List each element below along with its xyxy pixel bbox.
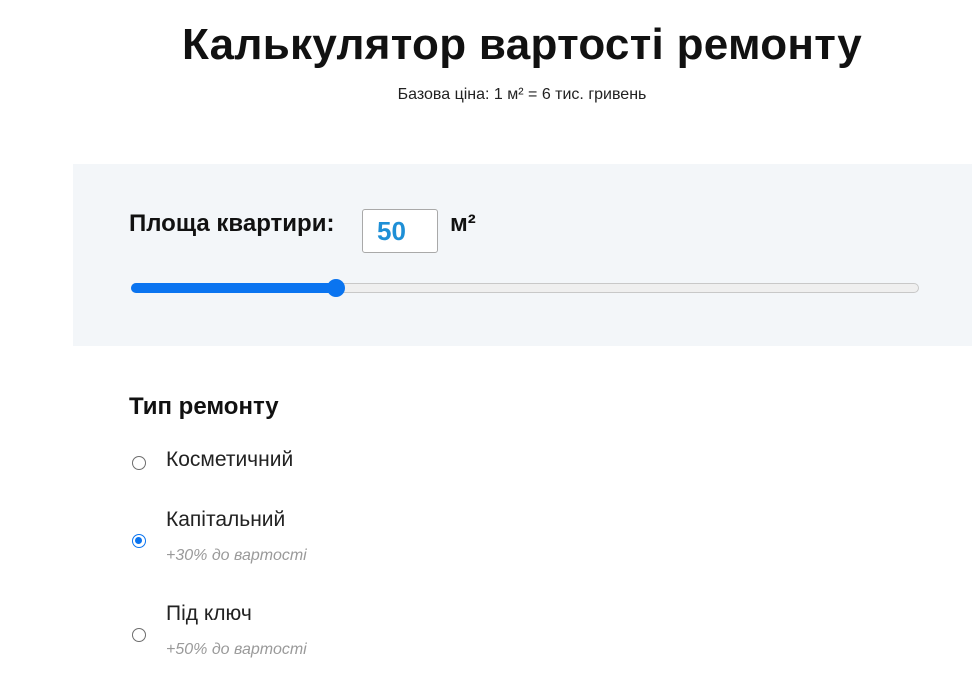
slider-fill (131, 283, 336, 293)
repair-type-heading: Тип ремонту (129, 393, 279, 420)
radio-cosmetic[interactable] (132, 456, 146, 470)
area-slider[interactable] (131, 278, 919, 298)
option-cosmetic[interactable]: Косметичний (132, 448, 532, 482)
area-panel: Площа квартири: м² (73, 164, 972, 346)
radio-turnkey[interactable] (132, 628, 146, 642)
option-label[interactable]: Капітальний (166, 508, 285, 532)
calculator-page: Калькулятор вартості ремонту Базова ціна… (0, 0, 972, 698)
option-turnkey[interactable]: Під ключ +50% до вартості (132, 602, 532, 667)
option-note: +30% до вартості (166, 547, 307, 564)
area-unit: м² (450, 210, 476, 237)
page-title: Калькулятор вартості ремонту (181, 20, 863, 69)
base-price-note: Базова ціна: 1 м² = 6 тис. гривень (397, 86, 647, 103)
area-input[interactable] (362, 209, 438, 253)
radio-capital[interactable] (132, 534, 146, 548)
option-note: +50% до вартості (166, 641, 307, 658)
option-label[interactable]: Під ключ (166, 602, 252, 626)
slider-thumb[interactable] (326, 279, 345, 297)
option-label[interactable]: Косметичний (166, 448, 293, 472)
option-capital[interactable]: Капітальний +30% до вартості (132, 508, 532, 573)
area-label: Площа квартири: (129, 210, 335, 237)
